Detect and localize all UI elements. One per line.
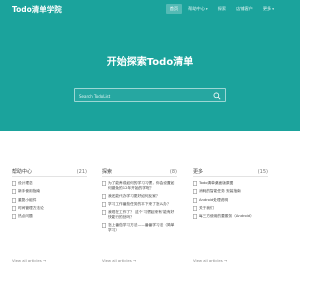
document-icon: [102, 193, 106, 199]
article-title: 为了能养成如何的学习习惯，你会设置如何避免的12年开始的学呢？: [108, 181, 175, 190]
article-link[interactable]: 新手使用指南: [12, 189, 87, 195]
hero-banner: Todo清单学院 首页 帮助中心▾ 探索 店铺客户 更多▾ 开始探索Todo清单: [0, 0, 300, 131]
search-input[interactable]: [79, 92, 209, 100]
article-count: (21): [76, 168, 87, 175]
article-link[interactable]: 设计理念: [12, 181, 87, 186]
nav-item-label: 更多: [262, 5, 272, 11]
article-link[interactable]: Android处理说明: [193, 198, 268, 203]
article-link[interactable]: 怎上番茄学习方法——番番学习法（简单学习）: [102, 223, 177, 233]
article-list: 为了能养成如何的学习习惯，你会设置如何避免的12年开始的学呢？ 我还能代办学习更…: [102, 181, 177, 233]
category-header[interactable]: 更多 (15): [193, 168, 268, 177]
nav-item-store-customers[interactable]: 店铺客户: [232, 4, 257, 14]
article-count: (15): [257, 168, 268, 175]
nav-item-home[interactable]: 首页: [165, 3, 183, 14]
document-icon: [102, 181, 106, 186]
article-link[interactable]: 关于我们: [193, 206, 268, 211]
chevron-down-icon: ▾: [272, 6, 274, 11]
nav-item-more[interactable]: 更多▾: [259, 4, 278, 14]
article-title: 重复小组件: [18, 197, 37, 202]
chevron-down-icon: ▾: [205, 6, 208, 11]
article-title: 我现在工作了？ 这个‘习惯起来有’能有好快能行的处吗？: [108, 210, 175, 220]
category-title: 更多: [193, 169, 204, 175]
nav-item-label: 店铺客户: [236, 5, 253, 11]
document-icon: [12, 197, 16, 203]
document-icon: [12, 205, 16, 211]
article-link[interactable]: 为了能养成如何的学习习惯，你会设置如何避免的12年开始的学呢？: [102, 181, 177, 191]
article-title: Todo清单桌面版原图: [199, 181, 234, 185]
article-link[interactable]: 重复小组件: [12, 198, 87, 203]
nav-item-label: 首页: [169, 5, 179, 11]
site-logo[interactable]: Todo清单学院: [12, 4, 62, 15]
document-icon: [193, 197, 197, 203]
document-icon: [102, 202, 106, 208]
category-explore: 探索 (8) 为了能养成如何的学习习惯，你会设置如何避免的12年开始的学呢？ 我…: [102, 168, 177, 236]
search-icon[interactable]: [213, 92, 221, 100]
article-title: 设计理念: [18, 181, 33, 185]
article-title: 怎上番茄学习方法——番番学习法（简单学习）: [108, 223, 175, 233]
article-title: 新手使用指南: [18, 189, 41, 194]
article-title: 热点问题: [18, 214, 33, 219]
view-all-articles-link[interactable]: View all articles →: [12, 258, 46, 263]
nav-item-help-center[interactable]: 帮助中心▾: [184, 4, 212, 14]
category-more: 更多 (15) Todo清单桌面版原图 消耗的智能任务 安装指南 Android…: [193, 168, 268, 222]
article-link[interactable]: 消耗的智能任务 安装指南: [193, 189, 268, 195]
view-all-articles-link[interactable]: View all articles →: [193, 258, 227, 263]
document-icon: [193, 181, 197, 186]
category-header[interactable]: 探索 (8): [102, 168, 177, 177]
nav-item-explore[interactable]: 探索: [214, 4, 230, 14]
nav-item-label: 探索: [217, 5, 227, 11]
top-navbar: Todo清单学院 首页 帮助中心▾ 探索 店铺客户 更多▾: [0, 0, 300, 17]
document-icon: [12, 214, 16, 220]
article-count: (8): [169, 168, 177, 175]
article-link[interactable]: 时间管理方法论: [12, 206, 87, 211]
main-nav: 首页 帮助中心▾ 探索 店铺客户 更多▾: [165, 3, 278, 14]
category-header[interactable]: 帮助中心 (21): [12, 168, 87, 177]
document-icon: [12, 189, 16, 195]
category-help-center: 帮助中心 (21) 设计理念 新手使用指南 重复小组件 时间管理方法论 热点问题: [12, 168, 87, 222]
article-title: 每三方使用的要服务（Android）: [199, 214, 254, 219]
document-icon: [102, 210, 106, 216]
hero-title: 开始探索Todo清单: [106, 57, 194, 68]
article-link[interactable]: 学习工作番茄任务的平下来了怎么办？: [102, 202, 177, 208]
article-title: 我还能代办学习更好如何反家？: [108, 193, 160, 198]
article-link[interactable]: 我现在工作了？ 这个‘习惯起来有’能有好快能行的处吗？: [102, 210, 177, 220]
article-link[interactable]: 我还能代办学习更好如何反家？: [102, 194, 177, 199]
article-list: 设计理念 新手使用指南 重复小组件 时间管理方法论 热点问题: [12, 181, 87, 220]
article-link[interactable]: 每三方使用的要服务（Android）: [193, 214, 268, 220]
article-title: 消耗的智能任务 安装指南: [199, 189, 241, 194]
document-icon: [102, 223, 106, 229]
article-title: 时间管理方法论: [18, 205, 44, 210]
article-link[interactable]: 热点问题: [12, 214, 87, 220]
document-icon: [12, 181, 16, 186]
article-title: 关于我们: [199, 205, 214, 210]
category-title: 帮助中心: [12, 169, 33, 175]
document-icon: [193, 189, 197, 195]
document-icon: [193, 214, 197, 220]
article-title: Android处理说明: [199, 197, 229, 202]
category-title: 探索: [102, 169, 113, 175]
nav-item-label: 帮助中心: [188, 5, 205, 11]
article-link[interactable]: Todo清单桌面版原图: [193, 181, 268, 186]
article-list: Todo清单桌面版原图 消耗的智能任务 安装指南 Android处理说明 关于我…: [193, 181, 268, 220]
search-box: [74, 88, 226, 102]
document-icon: [193, 205, 197, 211]
article-title: 学习工作番茄任务的平下来了怎么办？: [108, 202, 171, 207]
view-all-articles-link[interactable]: View all articles →: [102, 258, 136, 263]
